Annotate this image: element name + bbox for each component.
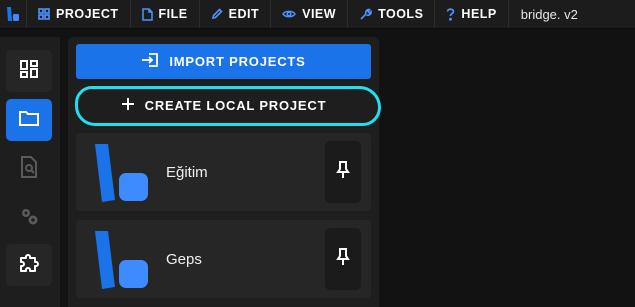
file-icon	[141, 7, 153, 21]
sidebar-item-dashboard[interactable]	[6, 50, 52, 92]
pencil-icon	[211, 8, 223, 20]
menu-project-label: PROJECT	[56, 7, 119, 21]
pin-button[interactable]	[325, 141, 361, 203]
grid-icon	[38, 8, 50, 20]
menu-tools-label: TOOLS	[378, 7, 424, 21]
menu-help[interactable]: HELP	[435, 0, 509, 28]
menu-edit[interactable]: EDIT	[200, 0, 272, 28]
menu-file[interactable]: FILE	[131, 0, 200, 28]
plus-icon	[121, 97, 135, 114]
sidebar-item-file-search[interactable]	[6, 148, 52, 190]
folder-icon	[18, 109, 40, 132]
eye-icon	[282, 9, 296, 19]
projects-panel: IMPORT PROJECTS CREATE LOCAL PROJECT Eği…	[68, 37, 379, 307]
project-card[interactable]: Eğitim	[76, 133, 371, 211]
project-card[interactable]: Geps	[76, 220, 371, 298]
pin-icon	[336, 160, 350, 184]
menu-help-label: HELP	[461, 7, 497, 21]
menu-bar: PROJECT FILE EDIT VIEW TOOLS HELP bridge…	[0, 0, 635, 29]
project-name: Geps	[166, 250, 202, 268]
create-local-project-button[interactable]: CREATE LOCAL PROJECT	[76, 87, 371, 123]
import-icon	[141, 52, 159, 71]
puzzle-icon	[18, 252, 40, 279]
menu-file-label: FILE	[158, 7, 188, 21]
pin-icon	[336, 247, 350, 271]
sidebar-item-extensions[interactable]	[6, 244, 52, 286]
project-logo-icon	[88, 229, 150, 296]
create-local-project-label: CREATE LOCAL PROJECT	[144, 97, 327, 113]
file-search-icon	[20, 155, 38, 183]
question-icon	[446, 7, 455, 21]
sidebar-item-extensions-settings[interactable]	[6, 197, 52, 239]
import-projects-button[interactable]: IMPORT PROJECTS	[76, 44, 371, 79]
menu-view-label: VIEW	[302, 7, 337, 21]
wrench-icon	[359, 8, 372, 21]
cogs-icon	[18, 205, 40, 232]
sidebar	[0, 37, 60, 307]
project-logo-icon	[88, 142, 150, 209]
app-title: bridge. v2	[520, 6, 578, 22]
menu-edit-label: EDIT	[228, 7, 260, 21]
menu-project[interactable]: PROJECT	[27, 0, 131, 28]
menu-tools[interactable]: TOOLS	[348, 0, 436, 28]
pin-button[interactable]	[325, 228, 361, 290]
dashboard-icon	[19, 59, 39, 84]
project-name: Eğitim	[166, 163, 208, 181]
sidebar-item-projects[interactable]	[6, 99, 52, 141]
bridge-logo-icon[interactable]	[0, 0, 27, 28]
import-projects-label: IMPORT PROJECTS	[169, 54, 306, 69]
menu-view[interactable]: VIEW	[271, 0, 349, 28]
